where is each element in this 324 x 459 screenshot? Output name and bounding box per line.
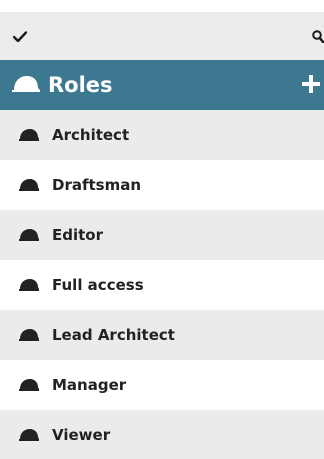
- hard-hat-icon: [19, 229, 39, 241]
- add-role-button[interactable]: [300, 73, 322, 95]
- role-label: Viewer: [52, 426, 111, 444]
- checkmark-icon: [13, 30, 27, 42]
- search-button[interactable]: [300, 24, 324, 48]
- hard-hat-icon: [19, 429, 39, 441]
- roles-list: Architect Draftsman Editor Full access L…: [0, 110, 324, 459]
- hard-hat-icon: [19, 179, 39, 191]
- list-item[interactable]: Full access: [0, 260, 324, 310]
- hard-hat-icon: [19, 129, 39, 141]
- select-button[interactable]: [8, 24, 32, 48]
- list-item[interactable]: Editor: [0, 210, 324, 260]
- roles-header: Roles: [0, 60, 324, 110]
- hard-hat-icon: [19, 379, 39, 391]
- list-item[interactable]: Lead Architect: [0, 310, 324, 360]
- plus-icon: [302, 75, 320, 93]
- list-item[interactable]: Draftsman: [0, 160, 324, 210]
- toolbar: [0, 12, 324, 60]
- search-icon: [312, 29, 324, 43]
- role-label: Manager: [52, 376, 127, 394]
- role-label: Architect: [52, 126, 130, 144]
- list-item[interactable]: Viewer: [0, 410, 324, 459]
- role-label: Full access: [52, 276, 144, 294]
- role-label: Draftsman: [52, 176, 142, 194]
- page-title: Roles: [48, 73, 113, 97]
- list-item[interactable]: Manager: [0, 360, 324, 410]
- list-item[interactable]: Architect: [0, 110, 324, 160]
- hard-hat-icon: [12, 76, 40, 92]
- hard-hat-icon: [19, 279, 39, 291]
- roles-panel: Roles Architect Draftsman Editor Full ac…: [0, 0, 324, 459]
- role-label: Lead Architect: [52, 326, 175, 344]
- hard-hat-icon: [19, 329, 39, 341]
- role-label: Editor: [52, 226, 103, 244]
